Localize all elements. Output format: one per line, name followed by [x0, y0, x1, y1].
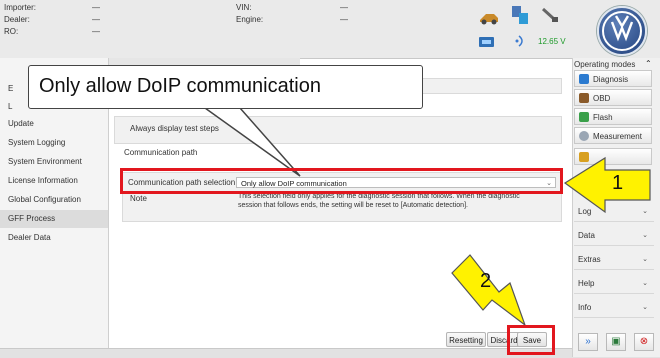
highlight-path-selection — [120, 168, 563, 194]
step-number-2: 2 — [480, 270, 492, 292]
callout-tail — [204, 107, 301, 177]
highlight-save-button — [507, 325, 555, 355]
arrow-1-icon — [563, 156, 651, 214]
callout-bubble: Only allow DoIP communication — [28, 65, 423, 109]
step-number-1: 1 — [612, 172, 624, 194]
callout-text: Only allow DoIP communication — [39, 75, 321, 97]
